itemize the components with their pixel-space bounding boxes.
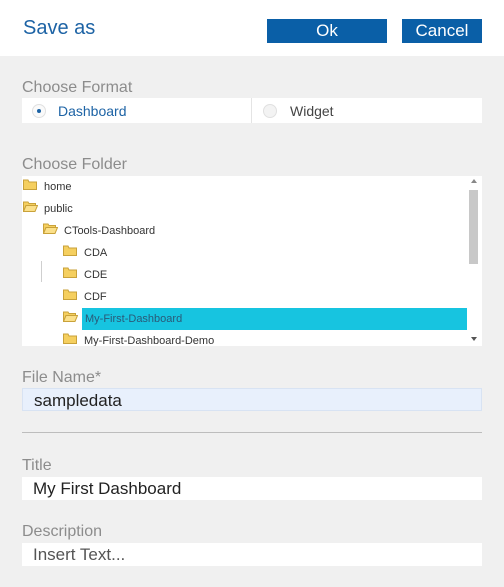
tree-item-home[interactable]: home xyxy=(41,176,75,198)
divider xyxy=(22,432,482,433)
title-label: Title xyxy=(22,457,52,474)
ok-button[interactable]: Ok xyxy=(267,19,387,43)
tree-item-public[interactable]: public xyxy=(41,198,76,220)
folder-tree: home public CTools-Dashboard CDA CDE CDF… xyxy=(22,176,482,346)
cancel-button[interactable]: Cancel xyxy=(402,19,482,43)
tree-item-my-first-dashboard[interactable]: My-First-Dashboard xyxy=(82,308,467,330)
widget-radio[interactable] xyxy=(263,103,277,118)
scroll-up-arrow-icon[interactable] xyxy=(471,179,477,183)
tree-item-ctools-dashboard[interactable]: CTools-Dashboard xyxy=(61,220,158,242)
description-input[interactable]: Insert Text... xyxy=(22,543,482,566)
folder-tree-scrollbar[interactable] xyxy=(467,176,482,346)
description-label: Description xyxy=(22,523,103,540)
tree-item-cde[interactable]: CDE xyxy=(81,264,110,286)
format-option-dashboard[interactable]: Dashboard xyxy=(22,98,250,123)
widget-option-label: Widget xyxy=(290,102,334,119)
title-input[interactable]: My First Dashboard xyxy=(22,477,482,500)
dialog-title: Save as xyxy=(23,17,96,39)
file-name-label: File Name* xyxy=(22,369,102,386)
tree-item-cda[interactable]: CDA xyxy=(81,242,110,264)
format-selector: Dashboard Widget xyxy=(22,98,482,123)
format-option-widget[interactable]: Widget xyxy=(251,98,482,123)
folder-icon xyxy=(23,179,37,190)
folder-open-icon xyxy=(63,311,78,322)
choose-folder-label: Choose Folder xyxy=(22,156,127,173)
dashboard-option-label: Dashboard xyxy=(58,102,127,119)
choose-format-label: Choose Format xyxy=(22,79,133,96)
scroll-down-arrow-icon[interactable] xyxy=(471,337,477,341)
folder-open-icon xyxy=(23,201,38,212)
folder-icon xyxy=(63,267,77,278)
tree-item-cdf[interactable]: CDF xyxy=(81,286,110,308)
dashboard-radio[interactable] xyxy=(32,103,46,118)
scroll-thumb[interactable] xyxy=(469,190,478,264)
tree-guide-line xyxy=(41,261,42,282)
file-name-input[interactable]: sampledata xyxy=(22,388,482,411)
folder-icon xyxy=(63,333,77,344)
folder-icon xyxy=(63,289,77,300)
folder-icon xyxy=(63,245,77,256)
dialog-header: Save as Ok Cancel xyxy=(0,0,504,56)
folder-open-icon xyxy=(43,223,58,234)
tree-item-my-first-dashboard-demo[interactable]: My-First-Dashboard-Demo xyxy=(81,330,217,346)
